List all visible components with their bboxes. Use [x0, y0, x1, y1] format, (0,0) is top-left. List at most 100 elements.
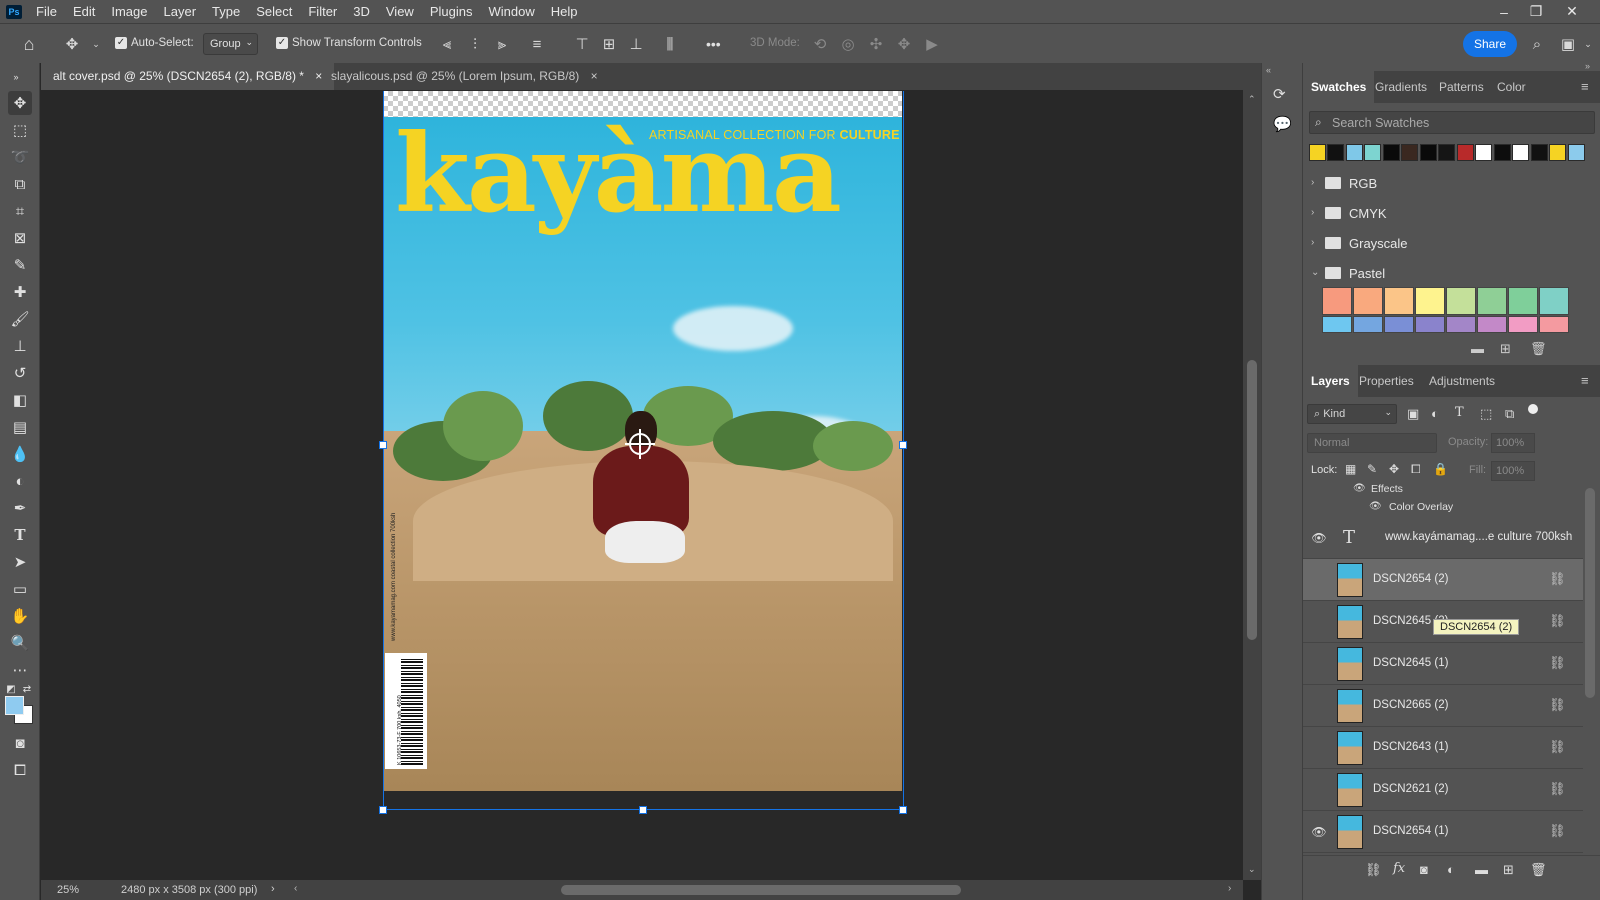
layer-row[interactable]: DSCN2621 (2) ⛓: [1303, 769, 1583, 811]
chevron-down-icon[interactable]: ⌄: [1311, 267, 1319, 278]
menu-select[interactable]: Select: [248, 0, 300, 23]
object-selection-tool-icon[interactable]: ⧉: [8, 172, 32, 196]
hand-tool-icon[interactable]: ✋: [8, 604, 32, 628]
reference-point-crosshair-icon[interactable]: [625, 429, 655, 459]
align-vcenter-icon[interactable]: ⊞: [599, 34, 619, 54]
new-swatch-icon[interactable]: ⊞: [1500, 341, 1511, 357]
new-group-icon[interactable]: ▬: [1475, 862, 1488, 877]
pastel-swatch[interactable]: [1477, 316, 1507, 333]
tab-slayalicous[interactable]: slayalicous.psd @ 25% (Lorem Ipsum, RGB/…: [319, 63, 610, 90]
recent-swatch[interactable]: [1512, 144, 1529, 161]
home-icon[interactable]: ⌂: [19, 34, 39, 54]
visibility-toggle[interactable]: [1311, 740, 1327, 756]
tab-properties[interactable]: Properties: [1351, 365, 1422, 397]
transform-handle-bl[interactable]: [379, 806, 387, 814]
align-left-icon[interactable]: ⫷: [437, 34, 457, 54]
menu-plugins[interactable]: Plugins: [422, 0, 481, 23]
swatch-folder-pastel[interactable]: ⌄ Pastel: [1303, 259, 1593, 289]
lock-transparent-icon[interactable]: ▦: [1345, 462, 1356, 476]
align-bottom-icon[interactable]: ⊥: [626, 34, 646, 54]
tab-layers[interactable]: Layers: [1303, 365, 1358, 397]
lasso-tool-icon[interactable]: ➰: [8, 145, 32, 169]
menu-window[interactable]: Window: [480, 0, 542, 23]
eyedropper-tool-icon[interactable]: ✎: [8, 253, 32, 277]
brush-tool-icon[interactable]: 🖌: [8, 307, 32, 331]
pastel-swatch[interactable]: [1384, 287, 1414, 315]
link-layers-icon[interactable]: ⛓: [1365, 862, 1382, 878]
recent-swatch[interactable]: [1364, 144, 1381, 161]
align-right-icon[interactable]: ⫸: [492, 34, 512, 54]
recent-swatch[interactable]: [1549, 144, 1566, 161]
pastel-swatch[interactable]: [1477, 287, 1507, 315]
lock-artboard-icon[interactable]: ⧠: [1411, 462, 1421, 477]
pastel-swatch[interactable]: [1415, 287, 1445, 315]
layer-row-text[interactable]: 👁 T www.kayámamag....e culture 700ksh: [1303, 517, 1583, 559]
healing-brush-tool-icon[interactable]: ✚: [8, 280, 32, 304]
tool-preset-chevron-icon[interactable]: ⌄: [86, 34, 106, 54]
distribute-icon[interactable]: ≡: [527, 34, 547, 54]
chevron-right-icon[interactable]: ›: [1311, 237, 1314, 248]
chevron-right-icon[interactable]: ›: [1311, 207, 1314, 218]
workspace-chevron-icon[interactable]: ⌄: [1578, 34, 1598, 54]
chevron-right-icon[interactable]: ›: [1311, 177, 1314, 188]
recent-swatch[interactable]: [1438, 144, 1455, 161]
pen-tool-icon[interactable]: ✒: [8, 496, 32, 520]
filter-type-icon[interactable]: T: [1455, 405, 1464, 420]
quick-mask-icon[interactable]: ◙: [8, 731, 32, 755]
history-panel-icon[interactable]: ⟳: [1273, 85, 1293, 105]
menu-help[interactable]: Help: [543, 0, 586, 23]
fill-input[interactable]: 100%: [1491, 461, 1535, 481]
filter-adjustment-icon[interactable]: ◐: [1431, 406, 1439, 421]
new-group-icon[interactable]: ▬: [1471, 341, 1484, 356]
minimize-icon[interactable]: –: [1486, 0, 1522, 23]
horizontal-scrollbar[interactable]: ‹ ›: [294, 880, 1243, 900]
visibility-toggle[interactable]: [1311, 614, 1327, 630]
visibility-eye-icon[interactable]: 👁: [1311, 530, 1327, 546]
collapse-toolbar-icon[interactable]: »: [4, 65, 28, 89]
tab-color[interactable]: Color: [1489, 71, 1534, 103]
gradient-tool-icon[interactable]: ▤: [8, 415, 32, 439]
pastel-swatch[interactable]: [1384, 316, 1414, 333]
new-layer-icon[interactable]: ⊞: [1503, 862, 1514, 878]
menu-file[interactable]: File: [28, 0, 65, 23]
add-mask-icon[interactable]: ◙: [1420, 862, 1428, 877]
foreground-color-swatch[interactable]: [5, 696, 24, 715]
dodge-tool-icon[interactable]: ◐: [8, 469, 32, 493]
tab-adjustments[interactable]: Adjustments: [1421, 365, 1503, 397]
swatch-folder-grayscale[interactable]: › Grayscale: [1303, 229, 1593, 259]
layers-scroll-thumb[interactable]: [1585, 488, 1595, 698]
recent-swatch[interactable]: [1346, 144, 1363, 161]
crop-tool-icon[interactable]: ⌗: [8, 199, 32, 223]
horizontal-scroll-thumb[interactable]: [561, 885, 961, 895]
swatches-search-input[interactable]: [1332, 114, 1592, 131]
menu-type[interactable]: Type: [204, 0, 248, 23]
tab-alt-cover[interactable]: alt cover.psd @ 25% (DSCN2654 (2), RGB/8…: [41, 63, 335, 90]
layer-row[interactable]: 👁 DSCN2654 (1) ⛓: [1303, 811, 1583, 853]
clone-stamp-tool-icon[interactable]: ⊥: [8, 334, 32, 358]
filter-smart-object-icon[interactable]: ⧉: [1505, 406, 1514, 422]
transform-handle-bm[interactable]: [639, 806, 647, 814]
swatch-folder-rgb[interactable]: › RGB: [1303, 169, 1593, 199]
menu-filter[interactable]: Filter: [300, 0, 345, 23]
align-hcenter-icon[interactable]: ⫶: [465, 34, 485, 54]
pastel-swatch[interactable]: [1353, 316, 1383, 333]
lock-all-icon[interactable]: 🔒: [1433, 462, 1448, 476]
visibility-toggle[interactable]: [1311, 572, 1327, 588]
type-tool-icon[interactable]: T: [8, 523, 32, 547]
filter-toggle-icon[interactable]: [1528, 404, 1538, 414]
status-menu-arrow[interactable]: ›: [271, 883, 275, 895]
recent-swatch[interactable]: [1494, 144, 1511, 161]
tab-gradients[interactable]: Gradients: [1367, 71, 1435, 103]
close-window-icon[interactable]: ✕: [1554, 0, 1590, 23]
pastel-swatch[interactable]: [1322, 287, 1352, 315]
menu-3d[interactable]: 3D: [345, 0, 378, 23]
pastel-swatch[interactable]: [1508, 287, 1538, 315]
layer-row[interactable]: DSCN2654 (2) ⛓: [1303, 559, 1583, 601]
swatches-search-box[interactable]: ⌕: [1309, 111, 1595, 134]
comments-panel-icon[interactable]: 💬: [1273, 115, 1293, 135]
recent-swatch[interactable]: [1568, 144, 1585, 161]
layer-style-fx-icon[interactable]: fx: [1393, 861, 1405, 876]
visibility-eye-icon[interactable]: 👁: [1311, 824, 1327, 840]
layer-row[interactable]: DSCN2645 (1) ⛓: [1303, 643, 1583, 685]
history-brush-tool-icon[interactable]: ↺: [8, 361, 32, 385]
